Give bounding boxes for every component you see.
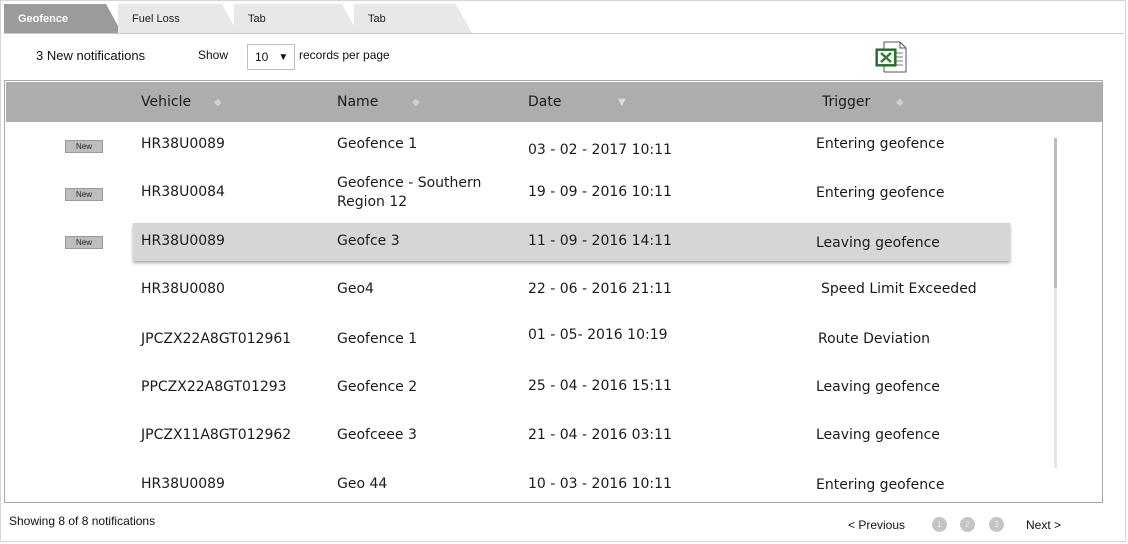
table-row[interactable]: PPCZX22A8GT01293 Geofence 2 25 - 04 - 20… [6,365,1102,413]
name-cell: Geofceee 3 [337,427,417,443]
table-row[interactable]: JPCZX11A8GT012962 Geofceee 3 21 - 04 - 2… [6,413,1102,461]
show-label: Show [198,48,229,62]
name-cell: Geo 44 [337,476,388,492]
date-cell: 10 - 03 - 2016 10:11 [528,476,672,492]
trigger-cell: Leaving geofence [816,379,940,395]
tab-label: Geofence [18,12,69,25]
trigger-cell: Leaving geofence [816,235,940,251]
trigger-cell: Entering geofence [816,136,945,152]
name-cell: Geofence 1 [337,136,418,152]
vehicle-cell: JPCZX22A8GT012961 [141,331,292,347]
vehicle-cell: HR38U0089 [141,136,225,152]
page-3-button[interactable]: 3 [989,517,1004,532]
date-cell: 25 - 04 - 2016 15:11 [528,378,672,394]
table-row[interactable]: HR38U0080 Geo4 22 - 06 - 2016 21:11 Spee… [6,268,1102,316]
name-cell: Geofence 1 [337,331,418,347]
page-2-button[interactable]: 2 [960,517,975,532]
vehicle-cell: PPCZX22A8GT01293 [141,379,287,395]
sort-icon[interactable]: ◆ [896,97,904,108]
records-per-page-label: records per page [299,48,390,62]
tab-bar: Geofence Fuel Loss Tab Tab [4,4,1124,34]
results-summary: Showing 8 of 8 notifications [9,514,156,528]
trigger-cell: Entering geofence [816,185,945,201]
date-cell: 11 - 09 - 2016 14:11 [528,233,672,249]
column-header-date[interactable]: Date [528,94,561,110]
table-header: Vehicle ◆ Name ◆ Date ▼ Trigger ◆ [6,82,1102,122]
date-cell: 21 - 04 - 2016 03:11 [528,427,672,443]
vehicle-cell: HR38U0089 [141,233,225,249]
sort-desc-icon[interactable]: ▼ [618,97,626,108]
vehicle-cell: HR38U0084 [141,184,225,200]
sort-icon[interactable]: ◆ [214,97,222,108]
new-badge: New [65,236,103,249]
table-row[interactable]: New HR38U0089 Geofence 1 03 - 02 - 2017 … [6,123,1102,171]
date-cell: 19 - 09 - 2016 10:11 [528,184,672,200]
column-header-name[interactable]: Name [337,94,378,110]
trigger-cell: Speed Limit Exceeded [821,281,977,297]
trigger-cell: Route Deviation [818,331,931,347]
trigger-cell: Leaving geofence [816,427,940,443]
column-header-trigger[interactable]: Trigger [822,94,870,110]
name-cell: Geofence 2 [337,379,418,395]
date-cell: 03 - 02 - 2017 10:11 [528,142,672,158]
name-cell: Geo4 [337,281,374,297]
name-cell: Geofence - Southern Region 12 [337,175,482,210]
tab-label: Fuel Loss [132,12,180,25]
date-cell: 22 - 06 - 2016 21:11 [528,281,672,297]
tab-3[interactable]: Tab [234,4,358,33]
column-header-vehicle[interactable]: Vehicle [141,94,191,110]
vehicle-cell: HR38U0080 [141,281,225,297]
records-per-page-select[interactable]: 10 ▼ [247,44,295,70]
page-1-button[interactable]: 1 [932,517,947,532]
new-badge: New [65,188,103,201]
vehicle-cell: JPCZX11A8GT012962 [141,427,292,443]
sort-icon[interactable]: ◆ [412,97,420,108]
tab-label: Tab [248,12,266,25]
new-badge: New [65,140,103,153]
dropdown-arrow-icon: ▼ [278,51,289,63]
tab-4[interactable]: Tab [354,4,472,33]
previous-page-link[interactable]: < Previous [848,518,905,532]
records-per-page-value: 10 [255,50,269,64]
scrollbar-thumb[interactable] [1054,138,1057,288]
table-row-selected[interactable]: New HR38U0089 Geofce 3 11 - 09 - 2016 14… [6,219,1102,267]
name-cell: Geofce 3 [337,233,400,249]
notifications-table: Vehicle ◆ Name ◆ Date ▼ Trigger ◆ New HR… [4,80,1103,503]
table-row[interactable]: JPCZX22A8GT012961 Geofence 1 01 - 05- 20… [6,316,1102,364]
tab-fuel-loss[interactable]: Fuel Loss [118,4,238,33]
tab-divider [4,33,1124,34]
table-row[interactable]: New HR38U0084 Geofence - Southern Region… [6,171,1102,219]
tab-label: Tab [368,12,386,25]
trigger-cell: Entering geofence [816,477,945,493]
date-cell: 01 - 05- 2016 10:19 [528,327,668,343]
excel-export-icon[interactable] [874,41,908,73]
new-notifications-count: 3 New notifications [36,48,146,63]
next-page-link[interactable]: Next > [1026,518,1061,532]
table-row[interactable]: HR38U0089 Geo 44 10 - 03 - 2016 10:11 En… [6,462,1102,502]
vehicle-cell: HR38U0089 [141,476,225,492]
tab-geofence[interactable]: Geofence [4,4,122,33]
